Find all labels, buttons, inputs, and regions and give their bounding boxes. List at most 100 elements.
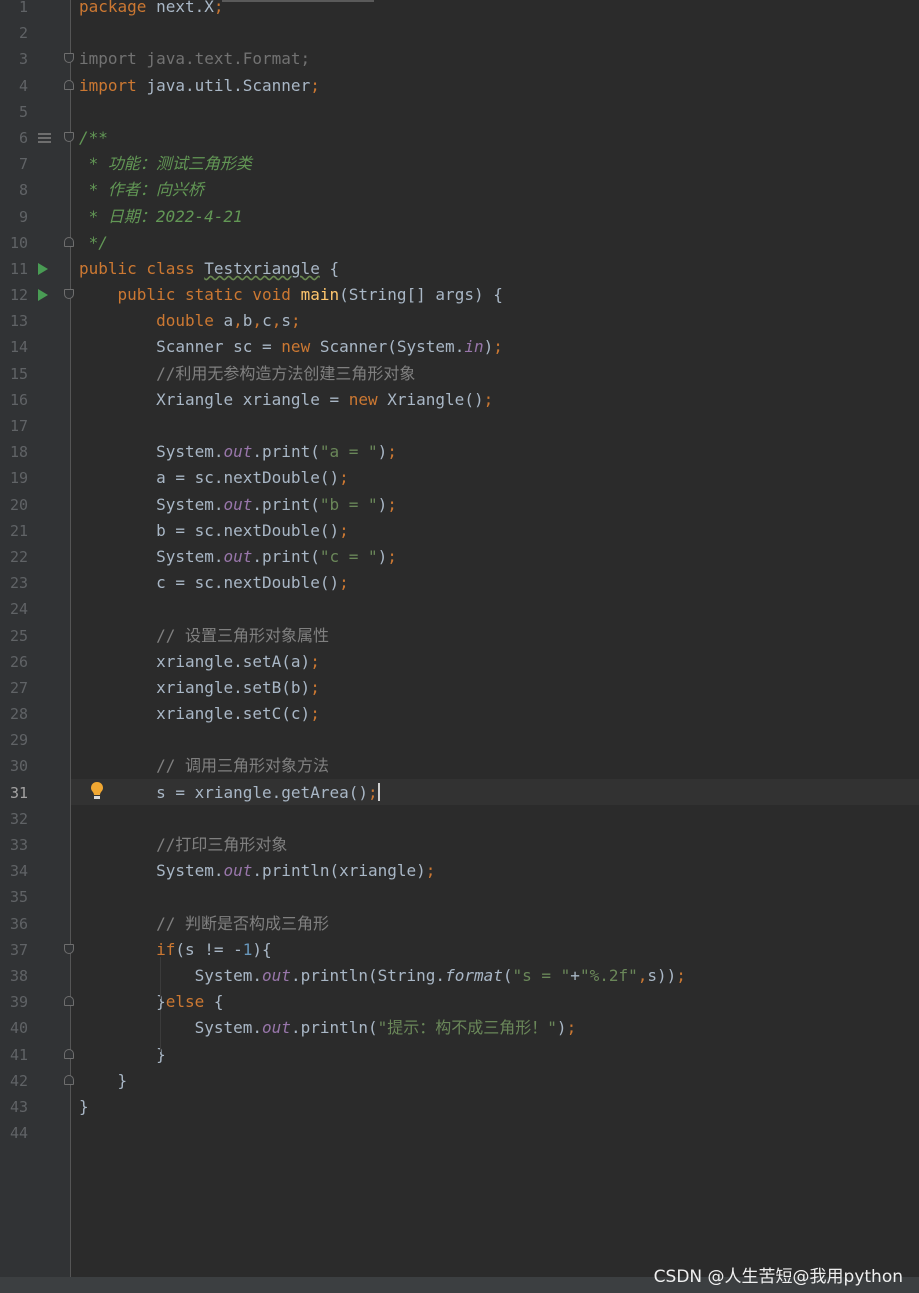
fold-start-icon[interactable] [64, 943, 74, 954]
line-number[interactable]: 24 [0, 596, 28, 622]
code-line[interactable]: 16 Xriangle xriangle = new Xriangle(); [0, 387, 919, 413]
code-text[interactable]: * 功能：测试三角形类 [79, 151, 252, 177]
code-text[interactable]: } [79, 1094, 89, 1120]
code-text[interactable]: */ [79, 230, 108, 256]
code-text[interactable]: Scanner sc = new Scanner(System.in); [79, 334, 503, 360]
line-number[interactable]: 5 [0, 99, 28, 125]
line-number[interactable]: 35 [0, 884, 28, 910]
code-text[interactable]: /** [79, 125, 108, 151]
fold-end-icon[interactable] [64, 996, 74, 1007]
line-number[interactable]: 26 [0, 649, 28, 675]
line-number[interactable]: 7 [0, 151, 28, 177]
code-line[interactable]: 2 [0, 20, 919, 46]
code-line[interactable]: 41 } [0, 1042, 919, 1068]
code-text[interactable]: s = xriangle.getArea(); [79, 780, 380, 806]
code-line[interactable]: 33 //打印三角形对象 [0, 832, 919, 858]
line-number[interactable]: 4 [0, 73, 28, 99]
code-line[interactable]: 35 [0, 884, 919, 910]
line-number[interactable]: 32 [0, 806, 28, 832]
code-line[interactable]: 24 [0, 596, 919, 622]
line-number[interactable]: 33 [0, 832, 28, 858]
line-number[interactable]: 22 [0, 544, 28, 570]
code-line[interactable]: 5 [0, 99, 919, 125]
code-line[interactable]: 34 System.out.println(xriangle); [0, 858, 919, 884]
line-number[interactable]: 37 [0, 937, 28, 963]
code-text[interactable]: double a,b,c,s; [79, 308, 301, 334]
code-text[interactable]: } [79, 1042, 166, 1068]
code-line[interactable]: 44 [0, 1120, 919, 1146]
doc-render-icon[interactable] [38, 132, 51, 143]
code-line[interactable]: 6 /** [0, 125, 919, 151]
code-line[interactable]: 23 c = sc.nextDouble(); [0, 570, 919, 596]
code-line[interactable]: 43} [0, 1094, 919, 1120]
code-text[interactable]: }else { [79, 989, 223, 1015]
code-line[interactable]: 14 Scanner sc = new Scanner(System.in); [0, 334, 919, 360]
code-line[interactable]: 1 package next.X; [0, 0, 919, 20]
code-line[interactable]: 28 xriangle.setC(c); [0, 701, 919, 727]
code-line[interactable]: 32 [0, 806, 919, 832]
fold-start-icon[interactable] [64, 289, 74, 300]
code-text[interactable]: xriangle.setB(b); [79, 675, 320, 701]
line-number[interactable]: 6 [0, 125, 28, 151]
code-line[interactable]: 4 import java.util.Scanner; [0, 73, 919, 99]
code-text[interactable]: if(s != -1){ [79, 937, 272, 963]
fold-end-icon[interactable] [64, 79, 74, 90]
code-editor[interactable]: 1 package next.X; 2 3 import java.text.Forma… [0, 0, 919, 1277]
fold-end-icon[interactable] [64, 1074, 74, 1085]
code-line[interactable]: 18 System.out.print("a = "); [0, 439, 919, 465]
fold-start-icon[interactable] [64, 131, 74, 142]
code-text[interactable]: } [79, 1068, 128, 1094]
code-line[interactable]: 3 import java.text.Format; [0, 46, 919, 72]
code-line[interactable]: 9 * 日期：2022-4-21 [0, 204, 919, 230]
code-text[interactable]: b = sc.nextDouble(); [79, 518, 349, 544]
code-line[interactable]: 29 [0, 727, 919, 753]
code-text[interactable]: System.out.println(xriangle); [79, 858, 435, 884]
code-text[interactable]: //打印三角形对象 [79, 832, 287, 858]
run-gutter-icon[interactable] [38, 289, 48, 302]
code-line[interactable]: 22 System.out.print("c = "); [0, 544, 919, 570]
code-text[interactable]: a = sc.nextDouble(); [79, 465, 349, 491]
code-line[interactable]: 37 if(s != -1){ [0, 937, 919, 963]
line-number[interactable]: 27 [0, 675, 28, 701]
line-number[interactable]: 1 [0, 0, 28, 20]
line-number[interactable]: 21 [0, 518, 28, 544]
code-text[interactable]: // 调用三角形对象方法 [79, 753, 329, 779]
code-text[interactable]: System.out.print("b = "); [79, 492, 397, 518]
code-text[interactable]: c = sc.nextDouble(); [79, 570, 349, 596]
code-line[interactable]: 11 public class Testxriangle { [0, 256, 919, 282]
code-text[interactable]: package next.X; [79, 0, 224, 20]
code-text[interactable]: public class Testxriangle { [79, 256, 339, 282]
line-number[interactable]: 16 [0, 387, 28, 413]
code-text[interactable]: System.out.println("提示：构不成三角形！"); [79, 1015, 577, 1041]
line-number[interactable]: 39 [0, 989, 28, 1015]
code-text[interactable]: System.out.print("a = "); [79, 439, 397, 465]
line-number[interactable]: 28 [0, 701, 28, 727]
line-number[interactable]: 2 [0, 20, 28, 46]
line-number[interactable]: 12 [0, 282, 28, 308]
code-text[interactable]: //利用无参构造方法创建三角形对象 [79, 361, 415, 387]
code-line[interactable]: 26 xriangle.setA(a); [0, 649, 919, 675]
line-number[interactable]: 17 [0, 413, 28, 439]
code-text[interactable]: * 日期：2022-4-21 [79, 204, 243, 230]
code-text[interactable]: // 设置三角形对象属性 [79, 623, 329, 649]
code-lines[interactable]: 1 package next.X; 2 3 import java.text.Forma… [0, 0, 919, 1146]
line-number[interactable]: 25 [0, 623, 28, 649]
line-number[interactable]: 38 [0, 963, 28, 989]
line-number[interactable]: 30 [0, 753, 28, 779]
line-number[interactable]: 9 [0, 204, 28, 230]
line-number[interactable]: 11 [0, 256, 28, 282]
code-text[interactable]: Xriangle xriangle = new Xriangle(); [79, 387, 493, 413]
code-text[interactable]: System.out.print("c = "); [79, 544, 397, 570]
fold-end-icon[interactable] [64, 1048, 74, 1059]
line-number[interactable]: 41 [0, 1042, 28, 1068]
code-text[interactable]: xriangle.setA(a); [79, 649, 320, 675]
code-line[interactable]: 13 double a,b,c,s; [0, 308, 919, 334]
code-line[interactable]: 31 s = xriangle.getArea(); [0, 780, 919, 806]
line-number[interactable]: 20 [0, 492, 28, 518]
code-text[interactable]: import java.util.Scanner; [79, 73, 320, 99]
line-number[interactable]: 14 [0, 334, 28, 360]
code-line[interactable]: 39 }else { [0, 989, 919, 1015]
code-line[interactable]: 10 */ [0, 230, 919, 256]
code-line[interactable]: 25 // 设置三角形对象属性 [0, 623, 919, 649]
line-number[interactable]: 42 [0, 1068, 28, 1094]
